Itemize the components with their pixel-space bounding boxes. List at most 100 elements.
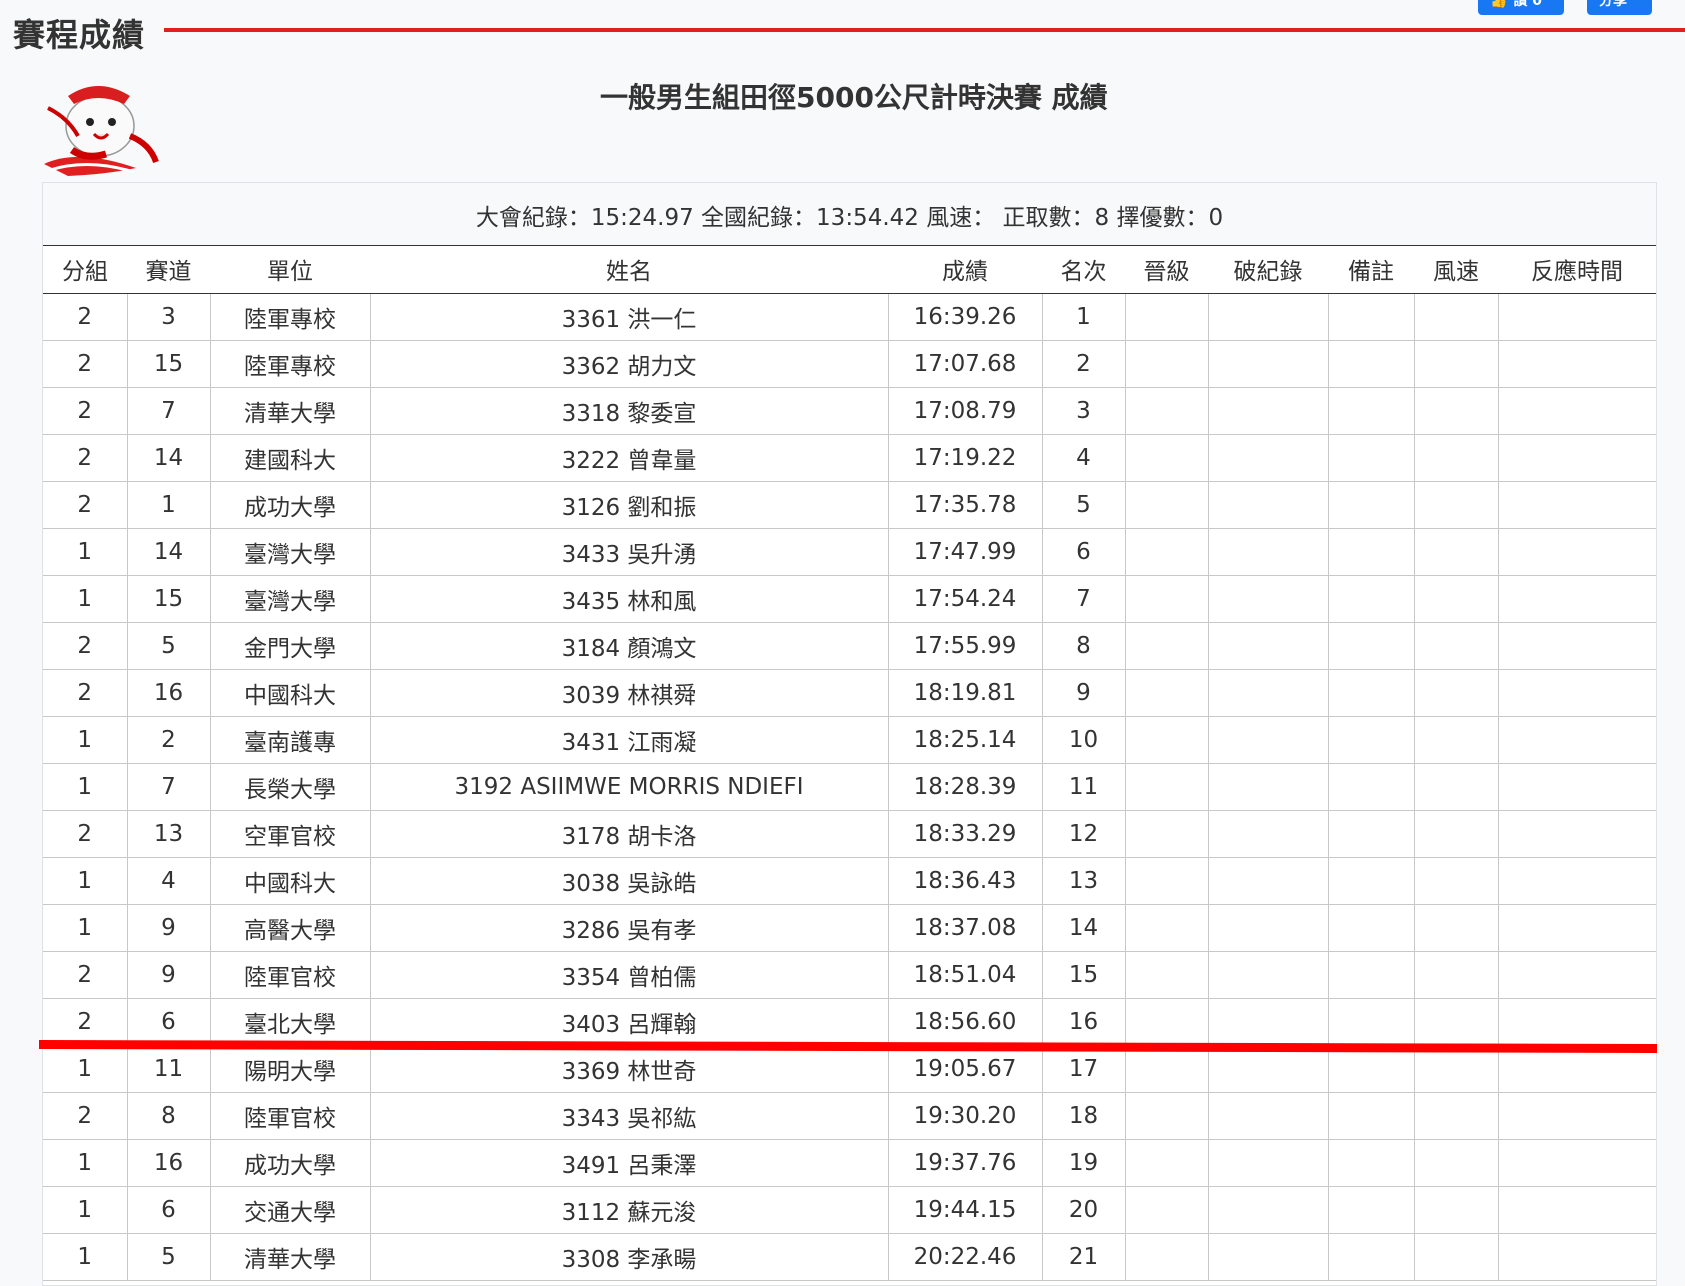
table-cell: 17:08.79 — [887, 387, 1043, 435]
table-cell — [1207, 716, 1329, 764]
table-cell: 4 — [1041, 434, 1126, 482]
table-cell — [1124, 810, 1209, 858]
table-cell: 3192 ASIIMWE MORRIS NDIEFI — [369, 763, 889, 811]
table-cell: 3354 曾柏儒 — [369, 951, 889, 999]
table-row: 1 7 長榮大學 3192 ASIIMWE MORRIS NDIEFI 18:28.39… — [43, 763, 1656, 811]
table-cell: 陸軍官校 — [209, 951, 371, 999]
table-cell — [1413, 998, 1499, 1046]
table-cell: 交通大學 — [209, 1186, 371, 1234]
table-cell: 19:44.15 — [887, 1186, 1043, 1234]
table-cell — [1207, 293, 1329, 341]
table-cell: 成功大學 — [209, 481, 371, 529]
table-cell — [1124, 387, 1209, 435]
table-cell — [1327, 951, 1415, 999]
facebook-share-button[interactable]: 分享 — [1587, 0, 1652, 15]
table-cell — [1497, 387, 1656, 435]
table-cell — [1497, 904, 1656, 952]
table-cell — [1207, 387, 1329, 435]
mascot-icon — [44, 86, 159, 176]
table-cell: 15 — [126, 340, 211, 388]
table-cell — [1207, 904, 1329, 952]
table-row: 1 4 中國科大 3038 吳詠皓 18:36.43 13 — [43, 857, 1656, 905]
table-cell: 6 — [1041, 528, 1126, 576]
table-cell — [1413, 1139, 1499, 1187]
table-cell: 1 — [43, 716, 128, 764]
table-cell: 3184 顏鴻文 — [369, 622, 889, 670]
table-cell — [1413, 622, 1499, 670]
table-cell — [1124, 622, 1209, 670]
table-cell: 17:35.78 — [887, 481, 1043, 529]
table-cell — [1497, 810, 1656, 858]
column-header: 名次 — [1042, 246, 1125, 294]
table-cell — [1124, 1092, 1209, 1140]
table-cell — [1207, 1233, 1329, 1281]
table-cell: 9 — [1041, 669, 1126, 717]
table-cell — [1327, 998, 1415, 1046]
column-header: 晉級 — [1125, 246, 1208, 294]
table-cell: 16 — [126, 1139, 211, 1187]
table-cell — [1207, 1092, 1329, 1140]
table-cell: 5 — [126, 622, 211, 670]
table-cell: 3403 呂輝翰 — [369, 998, 889, 1046]
table-cell — [1497, 575, 1656, 623]
table-cell — [1497, 1233, 1656, 1281]
table-cell: 17:47.99 — [887, 528, 1043, 576]
table-row: 2 3 陸軍專校 3361 洪一仁 16:39.26 1 — [43, 293, 1656, 341]
table-row: 1 6 交通大學 3112 蘇元浚 19:44.15 20 — [43, 1186, 1656, 1234]
section-header: 賽程成績 👍 讚 0 分享 — [0, 0, 1685, 62]
table-cell: 3222 曾韋量 — [369, 434, 889, 482]
table-cell: 2 — [43, 810, 128, 858]
table-cell: 7 — [126, 387, 211, 435]
table-row: 2 16 中國科大 3039 林祺舜 18:19.81 9 — [43, 669, 1656, 717]
results-body: 2 3 陸軍專校 3361 洪一仁 16:39.26 1 2 15 陸軍專校 3362 胡力文 17… — [43, 293, 1656, 1281]
table-cell — [1124, 575, 1209, 623]
table-cell — [1413, 387, 1499, 435]
table-cell: 3039 林祺舜 — [369, 669, 889, 717]
table-cell: 16 — [126, 669, 211, 717]
table-cell: 19:05.67 — [887, 1045, 1043, 1093]
table-cell — [1327, 340, 1415, 388]
table-row: 2 15 陸軍專校 3362 胡力文 17:07.68 2 — [43, 340, 1656, 388]
table-cell — [1124, 528, 1209, 576]
results-table: 分組 賽道 單位 姓名 成績 名次 晉級 破紀錄 備註 風速 反應時間 2 3 陸軍專校 3361 洪一仁… — [43, 246, 1656, 1281]
table-cell — [1497, 528, 1656, 576]
facebook-like-button[interactable]: 👍 讚 0 — [1478, 0, 1564, 15]
table-cell: 8 — [126, 1092, 211, 1140]
table-cell — [1413, 716, 1499, 764]
table-cell: 臺灣大學 — [209, 575, 371, 623]
table-cell: 2 — [43, 622, 128, 670]
table-cell: 成功大學 — [209, 1139, 371, 1187]
table-cell: 金門大學 — [209, 622, 371, 670]
table-cell — [1413, 1233, 1499, 1281]
table-cell — [1124, 434, 1209, 482]
table-cell: 19:37.76 — [887, 1139, 1043, 1187]
table-cell — [1413, 951, 1499, 999]
table-cell: 14 — [1041, 904, 1126, 952]
table-cell: 陸軍專校 — [209, 340, 371, 388]
table-cell — [1497, 998, 1656, 1046]
table-cell: 17:55.99 — [887, 622, 1043, 670]
table-cell — [1327, 1186, 1415, 1234]
table-cell: 9 — [126, 951, 211, 999]
table-cell: 11 — [126, 1045, 211, 1093]
table-cell: 20 — [1041, 1186, 1126, 1234]
table-cell: 2 — [43, 951, 128, 999]
table-cell: 10 — [1041, 716, 1126, 764]
table-cell: 1 — [126, 481, 211, 529]
table-cell — [1327, 1233, 1415, 1281]
table-cell — [1327, 1139, 1415, 1187]
table-cell: 6 — [126, 998, 211, 1046]
table-cell — [1124, 763, 1209, 811]
table-cell: 18:28.39 — [887, 763, 1043, 811]
table-cell: 2 — [43, 293, 128, 341]
table-cell: 陸軍專校 — [209, 293, 371, 341]
table-cell — [1413, 434, 1499, 482]
table-cell: 高醫大學 — [209, 904, 371, 952]
table-row: 1 9 高醫大學 3286 吳有孝 18:37.08 14 — [43, 904, 1656, 952]
table-cell — [1124, 857, 1209, 905]
table-cell: 2 — [43, 387, 128, 435]
table-cell: 18:37.08 — [887, 904, 1043, 952]
table-cell — [1413, 528, 1499, 576]
table-cell: 1 — [1041, 293, 1126, 341]
table-cell: 2 — [43, 1092, 128, 1140]
